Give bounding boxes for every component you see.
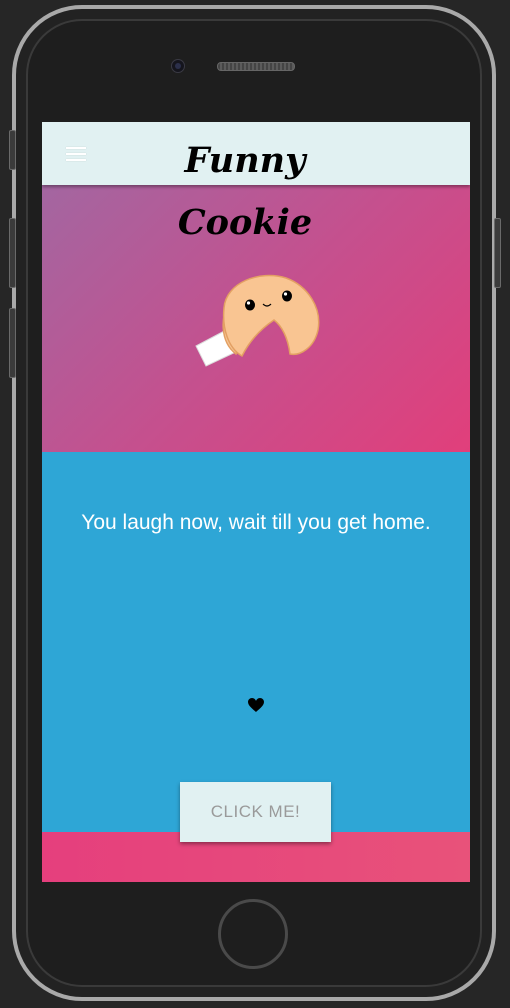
- fortune-section: You laugh now, wait till you get home.: [42, 452, 470, 832]
- app-title: Funny Cookie: [152, 130, 338, 254]
- volume-down-button: [9, 308, 16, 378]
- app-screen: Funny Cookie You laugh now, wait till yo…: [42, 122, 470, 882]
- home-button[interactable]: [218, 899, 288, 969]
- app-title-line2: Cookie: [177, 202, 313, 243]
- click-me-button[interactable]: CLICK ME!: [180, 782, 331, 842]
- fortune-text: You laugh now, wait till you get home.: [81, 511, 431, 534]
- hamburger-menu-icon[interactable]: [66, 147, 86, 161]
- power-button: [494, 218, 501, 288]
- app-title-line1: Funny: [184, 140, 306, 181]
- heart-icon: [248, 698, 264, 712]
- front-camera: [171, 59, 185, 73]
- mute-switch: [9, 130, 16, 170]
- earpiece-speaker: [217, 62, 295, 71]
- fortune-cookie-illustration: [195, 274, 320, 367]
- volume-up-button: [9, 218, 16, 288]
